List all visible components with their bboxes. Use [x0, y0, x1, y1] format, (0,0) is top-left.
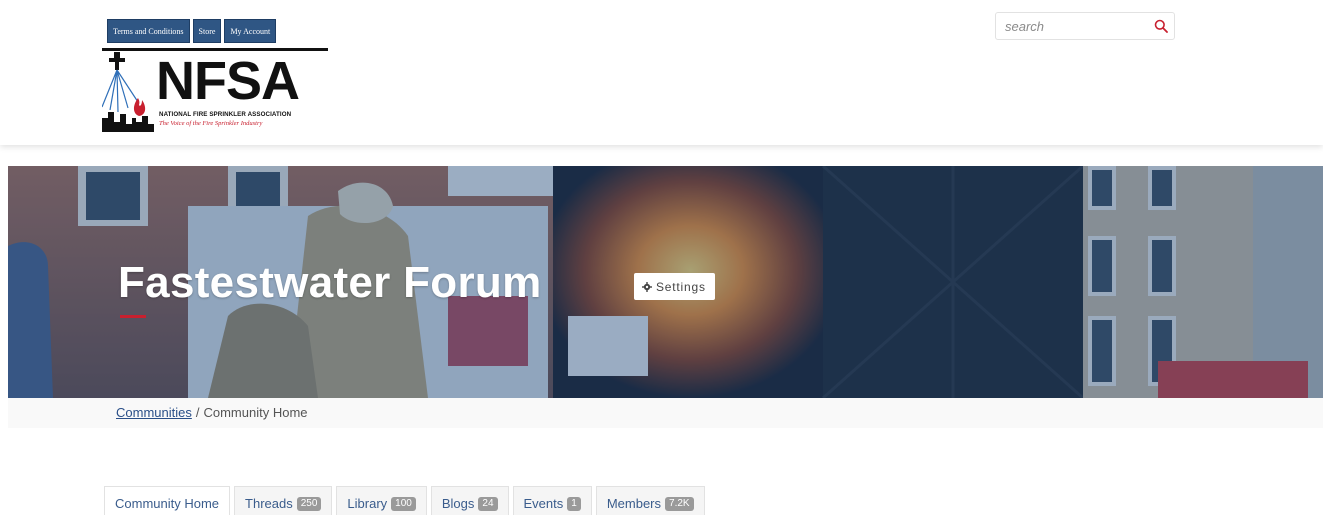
- search-input[interactable]: [1005, 17, 1145, 35]
- tab-label: Community Home: [115, 496, 220, 511]
- tab-label: Events: [523, 496, 564, 511]
- breadcrumb-communities-link[interactable]: Communities: [116, 405, 192, 420]
- tab-library[interactable]: Library 100: [336, 486, 427, 515]
- title-accent-rule: [120, 315, 146, 318]
- sprinkler-city-icon: [102, 52, 154, 132]
- tab-community-home[interactable]: Community Home: [104, 486, 231, 515]
- settings-button[interactable]: Settings: [634, 273, 715, 300]
- my-account-link[interactable]: My Account: [224, 19, 277, 43]
- community-tabs: Community Home Threads 250 Library 100 B…: [104, 486, 705, 515]
- community-title: Fastestwater Forum: [118, 258, 542, 307]
- gear-icon: [642, 281, 652, 292]
- site-header: Terms and Conditions Store My Account NF…: [0, 0, 1323, 145]
- count-badge: 24: [478, 496, 498, 511]
- tab-label: Members: [606, 496, 662, 511]
- tab-blogs[interactable]: Blogs 24: [430, 486, 509, 515]
- nfsa-logo[interactable]: NFSA NATIONAL FIRE SPRINKLER ASSOCIATION…: [102, 48, 330, 132]
- count-badge: 1: [567, 496, 581, 511]
- breadcrumb-current: Community Home: [203, 405, 308, 420]
- settings-label: Settings: [656, 279, 706, 294]
- tab-events[interactable]: Events 1: [512, 486, 592, 515]
- logo-title: NFSA: [156, 51, 300, 111]
- breadcrumb-separator: /: [195, 405, 200, 420]
- count-badge: 100: [391, 496, 416, 511]
- tab-threads[interactable]: Threads 250: [234, 486, 333, 515]
- store-link[interactable]: Store: [192, 19, 222, 43]
- count-badge: 250: [296, 496, 322, 511]
- tab-label: Blogs: [441, 496, 475, 511]
- tab-label: Threads: [245, 496, 293, 511]
- search-icon[interactable]: [1154, 19, 1168, 33]
- terms-link[interactable]: Terms and Conditions: [107, 19, 190, 43]
- tab-label: Library: [347, 496, 388, 511]
- logo-tagline: The Voice of the Fire Sprinkler Industry: [159, 120, 263, 127]
- breadcrumb: Communities / Community Home: [116, 405, 308, 420]
- top-links: Terms and Conditions Store My Account: [107, 19, 277, 43]
- tab-members[interactable]: Members 7.2K: [595, 486, 705, 515]
- logo-subtitle: NATIONAL FIRE SPRINKLER ASSOCIATION: [159, 111, 292, 118]
- community-banner: Fastestwater Forum Settings: [8, 166, 1323, 398]
- count-badge: 7.2K: [665, 496, 694, 511]
- search-box: [995, 12, 1175, 40]
